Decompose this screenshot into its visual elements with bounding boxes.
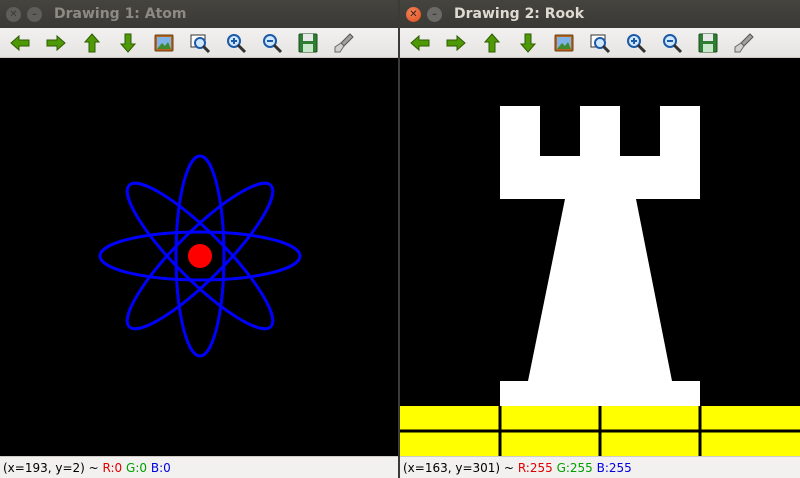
arrow-up-button[interactable] bbox=[480, 31, 504, 55]
arrow-up-icon bbox=[83, 33, 101, 53]
brush-icon bbox=[334, 33, 354, 53]
image-button[interactable] bbox=[152, 31, 176, 55]
pixel-red: R:255 bbox=[517, 461, 553, 475]
arrow-left-button[interactable] bbox=[408, 31, 432, 55]
zoom-fit-button[interactable] bbox=[588, 31, 612, 55]
atom-nucleus bbox=[188, 244, 212, 268]
atom-drawing bbox=[98, 154, 302, 358]
rook-battlements bbox=[500, 106, 700, 199]
close-button[interactable]: ✕ bbox=[406, 6, 421, 22]
arrow-right-icon bbox=[446, 34, 466, 52]
pixel-green: G:255 bbox=[556, 461, 593, 475]
status-bar: (x=193, y=2) ~ R:0 G:0 B:0 bbox=[0, 456, 398, 478]
arrow-up-button[interactable] bbox=[80, 31, 104, 55]
pixel-red: R:0 bbox=[102, 461, 123, 475]
brush-button[interactable] bbox=[332, 31, 356, 55]
arrow-up-icon bbox=[483, 33, 501, 53]
arrow-down-button[interactable] bbox=[116, 31, 140, 55]
save-button[interactable] bbox=[696, 31, 720, 55]
minimize-icon: – bbox=[32, 8, 37, 20]
rook-shape bbox=[500, 106, 700, 406]
brush-icon bbox=[734, 33, 754, 53]
image-button[interactable] bbox=[552, 31, 576, 55]
pixel-blue: B:0 bbox=[150, 461, 171, 475]
zoom-in-icon bbox=[227, 34, 247, 54]
zoom-out-icon bbox=[263, 34, 283, 54]
rook-window: ✕ – Drawing 2: Rook (x=163, y=301) ~ R:2… bbox=[400, 0, 800, 478]
minimize-button[interactable]: – bbox=[27, 6, 42, 22]
arrow-down-icon bbox=[519, 33, 537, 53]
window-title: Drawing 2: Rook bbox=[454, 6, 585, 22]
window-title: Drawing 1: Atom bbox=[54, 6, 187, 22]
zoom-fit-button[interactable] bbox=[188, 31, 212, 55]
brush-button[interactable] bbox=[732, 31, 756, 55]
toolbar bbox=[400, 28, 800, 58]
save-icon bbox=[298, 33, 318, 53]
arrow-left-icon bbox=[410, 34, 430, 52]
arrow-down-icon bbox=[119, 33, 137, 53]
pixel-blue: B:255 bbox=[596, 461, 632, 475]
title-bar: ✕ – Drawing 1: Atom bbox=[0, 0, 398, 28]
save-button[interactable] bbox=[296, 31, 320, 55]
rook-drawing bbox=[400, 106, 800, 456]
cursor-coords: (x=163, y=301) ~ bbox=[403, 461, 514, 475]
zoom-in-icon bbox=[627, 34, 647, 54]
close-icon: ✕ bbox=[9, 8, 18, 20]
arrow-left-button[interactable] bbox=[8, 31, 32, 55]
zoom-out-icon bbox=[663, 34, 683, 54]
save-icon bbox=[698, 33, 718, 53]
title-bar: ✕ – Drawing 2: Rook bbox=[400, 0, 800, 28]
arrow-right-button[interactable] bbox=[44, 31, 68, 55]
toolbar bbox=[0, 28, 398, 58]
image-icon bbox=[154, 34, 174, 52]
zoom-out-button[interactable] bbox=[260, 31, 284, 55]
drawing-canvas[interactable] bbox=[400, 58, 800, 456]
rook-body bbox=[528, 199, 672, 381]
zoom-in-button[interactable] bbox=[224, 31, 248, 55]
image-icon bbox=[554, 34, 574, 52]
pixel-green: G:0 bbox=[126, 461, 148, 475]
minimize-icon: – bbox=[432, 8, 437, 20]
zoom-fit-icon bbox=[190, 34, 211, 54]
drawing-canvas[interactable] bbox=[0, 58, 398, 456]
arrow-right-button[interactable] bbox=[444, 31, 468, 55]
arrow-left-icon bbox=[10, 34, 30, 52]
arrow-down-button[interactable] bbox=[516, 31, 540, 55]
status-bar: (x=163, y=301) ~ R:255 G:255 B:255 bbox=[400, 456, 800, 478]
atom-window: ✕ – Drawing 1: Atom (x=193, y=2) ~ R:0 G… bbox=[0, 0, 398, 478]
close-icon: ✕ bbox=[409, 8, 418, 20]
minimize-button[interactable]: – bbox=[427, 6, 442, 22]
zoom-fit-icon bbox=[590, 34, 611, 54]
rook-base bbox=[500, 381, 700, 406]
zoom-in-button[interactable] bbox=[624, 31, 648, 55]
arrow-right-icon bbox=[46, 34, 66, 52]
close-button[interactable]: ✕ bbox=[6, 6, 21, 22]
cursor-coords: (x=193, y=2) ~ bbox=[3, 461, 99, 475]
zoom-out-button[interactable] bbox=[660, 31, 684, 55]
